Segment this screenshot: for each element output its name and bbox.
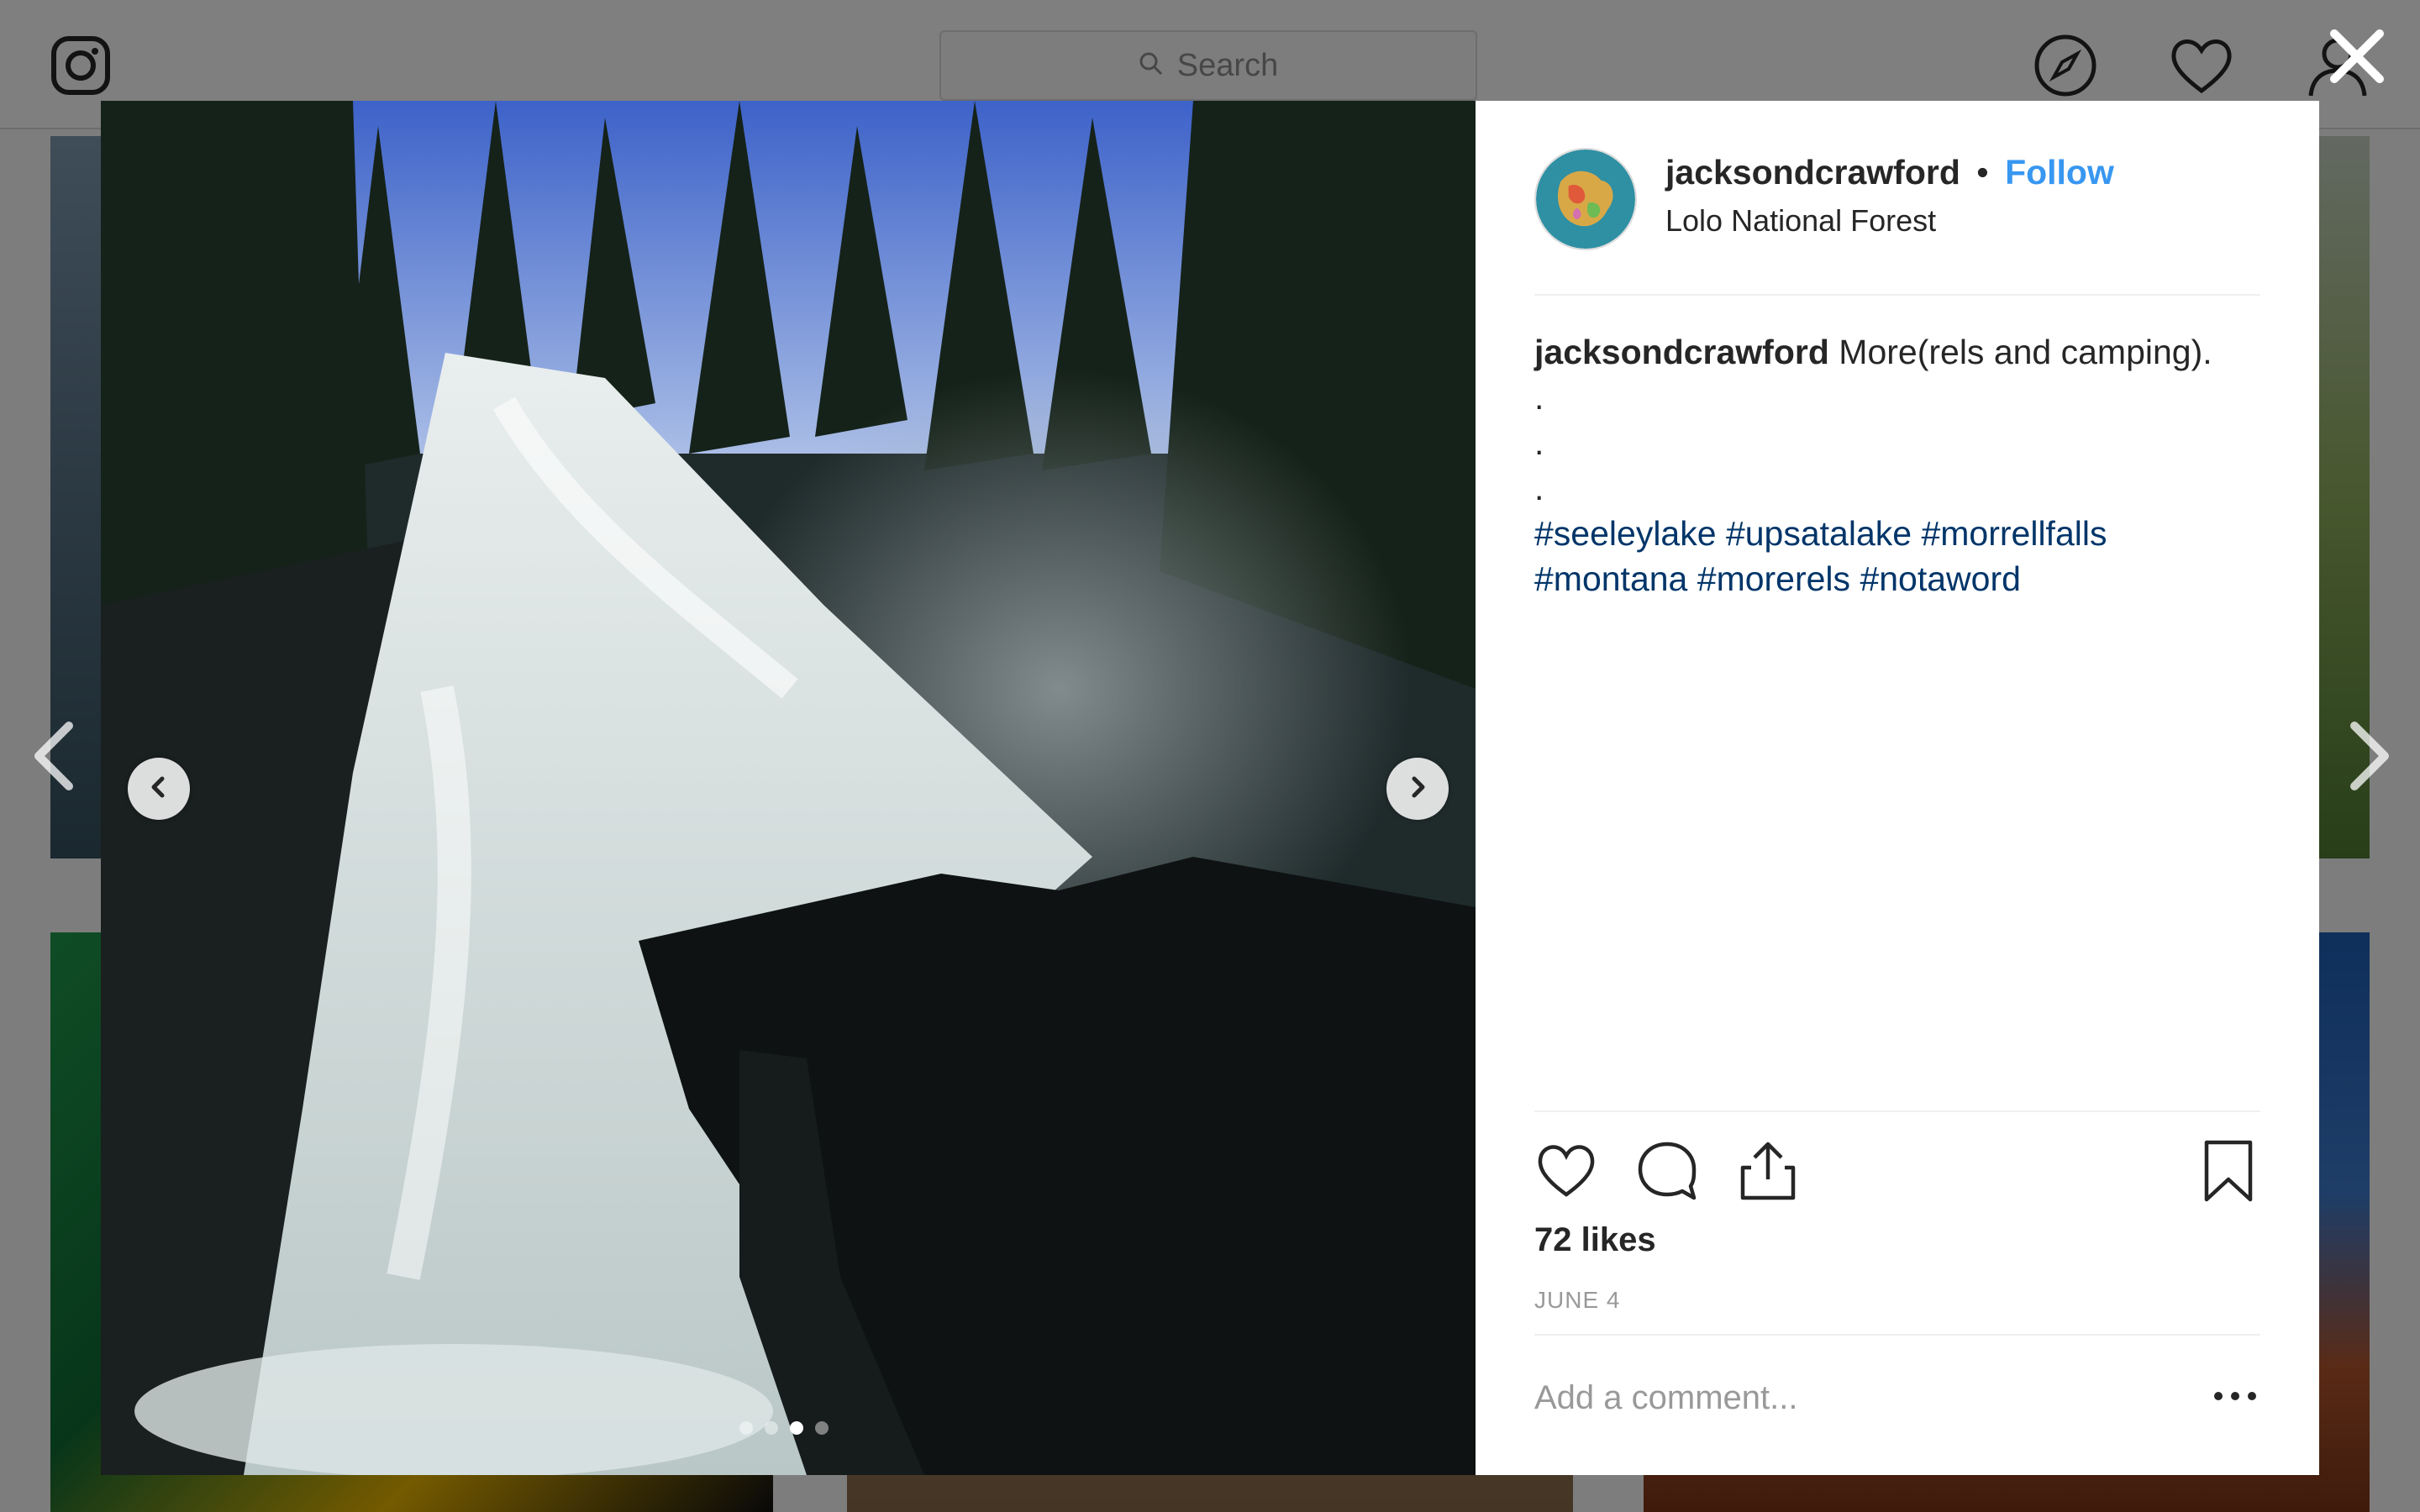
- carousel-next-button[interactable]: [1386, 758, 1449, 820]
- caption-dot-line: .: [1534, 378, 1544, 417]
- share-upload-icon[interactable]: [1736, 1139, 1800, 1203]
- like-heart-icon[interactable]: [1534, 1139, 1598, 1203]
- follow-button[interactable]: Follow: [2005, 153, 2114, 192]
- post-header: jacksondcrawford • Follow Lolo National …: [1534, 101, 2260, 296]
- next-post-arrow-icon[interactable]: [2341, 721, 2398, 791]
- post-details-panel: jacksondcrawford • Follow Lolo National …: [1476, 101, 2319, 1475]
- hashtag-link[interactable]: #morrellfalls: [1921, 514, 2107, 553]
- post-photo[interactable]: [101, 101, 1476, 1475]
- close-icon[interactable]: [2326, 25, 2388, 87]
- carousel-previous-button[interactable]: [128, 758, 190, 820]
- comment-input[interactable]: [1534, 1373, 2173, 1423]
- likes-count[interactable]: 72 likes: [1534, 1221, 1656, 1259]
- post-modal: jacksondcrawford • Follow Lolo National …: [101, 101, 2319, 1475]
- caption-text: More(rels and camping).: [1839, 333, 2212, 371]
- hashtag-link[interactable]: #montana: [1534, 559, 1687, 598]
- caption-dot-line: .: [1534, 423, 1544, 462]
- comment-bubble-icon[interactable]: [1635, 1139, 1699, 1203]
- hashtag-link[interactable]: #seeleylake: [1534, 514, 1717, 553]
- chevron-right-icon: [1405, 774, 1430, 804]
- carousel-dot: [790, 1421, 803, 1435]
- carousel-indicator: [739, 1421, 829, 1435]
- separator-dot: •: [1976, 153, 1989, 192]
- bookmark-save-icon[interactable]: [2196, 1139, 2260, 1203]
- hashtag-link[interactable]: #upsatalake: [1726, 514, 1912, 553]
- post-actions-bar: [1534, 1110, 2260, 1213]
- carousel-dot: [739, 1421, 753, 1435]
- post-date: JUNE 4: [1534, 1287, 1621, 1313]
- comment-bar: [1534, 1334, 2260, 1477]
- hashtag-line: #seeleylake #upsatalake #morrellfalls: [1534, 511, 2260, 556]
- post-caption: jacksondcrawford More(rels and camping).…: [1534, 329, 2260, 601]
- avatar[interactable]: [1534, 148, 1637, 250]
- post-author-username[interactable]: jacksondcrawford: [1665, 153, 1960, 192]
- hashtag-line: #montana #morerels #notaword: [1534, 556, 2260, 601]
- more-options-icon[interactable]: [2210, 1386, 2260, 1406]
- carousel-dot: [815, 1421, 829, 1435]
- post-location[interactable]: Lolo National Forest: [1665, 203, 1936, 239]
- hashtag-link[interactable]: #notaword: [1860, 559, 2020, 598]
- chevron-left-icon: [146, 774, 171, 804]
- waterfall-photo: [101, 101, 1476, 1475]
- caption-dot-line: .: [1534, 469, 1544, 507]
- hashtag-link[interactable]: #morerels: [1697, 559, 1850, 598]
- post-author-line: jacksondcrawford • Follow: [1665, 153, 2114, 192]
- caption-username[interactable]: jacksondcrawford: [1534, 333, 1829, 371]
- previous-post-arrow-icon[interactable]: [25, 721, 82, 791]
- carousel-dot: [765, 1421, 778, 1435]
